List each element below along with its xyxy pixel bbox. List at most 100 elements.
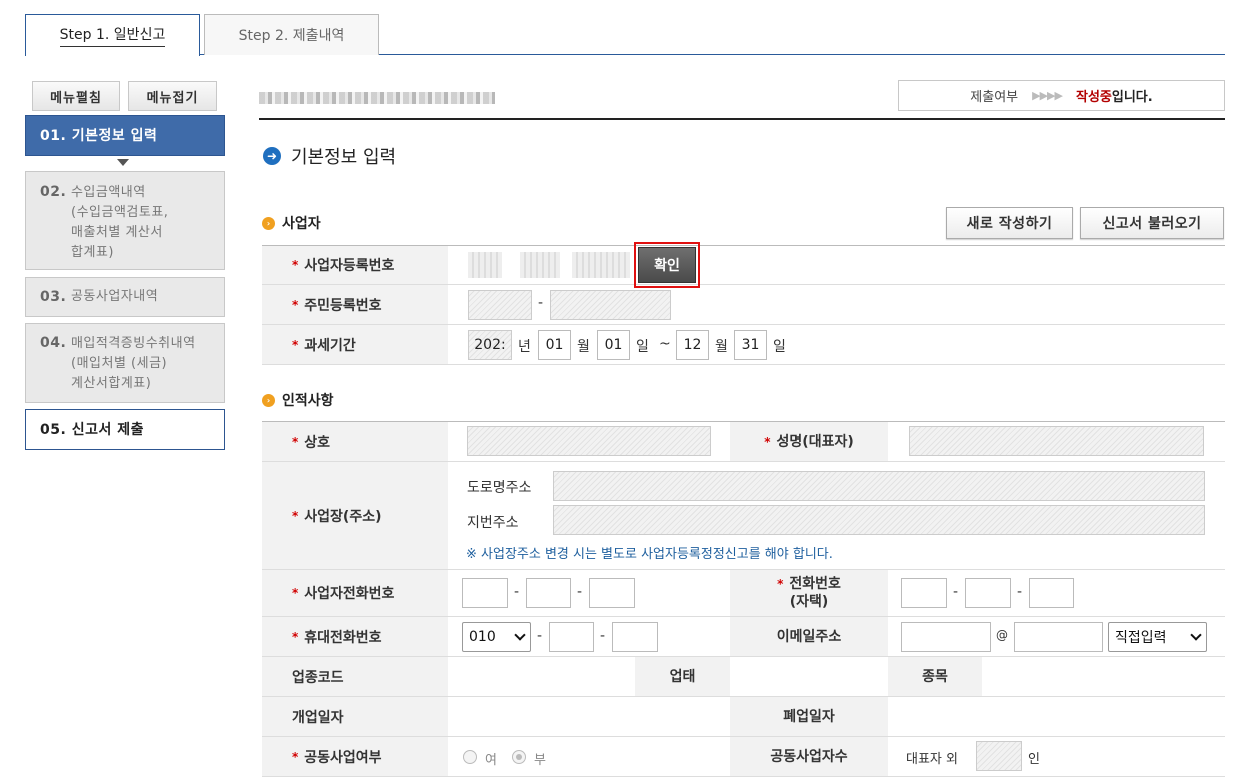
biz-phone-part-2[interactable] [526, 578, 571, 608]
home-phone-part-3[interactable] [1029, 578, 1074, 608]
sidebar-item-sub: (매입처별 (세금) [71, 356, 168, 371]
page-title: ➜ 기본정보 입력 [263, 143, 396, 169]
highlight-frame [634, 242, 700, 288]
menu-collapse-button[interactable]: 메뉴접기 [128, 81, 217, 111]
reg-no-label: * 사업자등록번호 [262, 246, 448, 284]
dash: - [537, 628, 543, 644]
trade-name-input[interactable] [467, 426, 711, 456]
resident-no-back-input[interactable] [550, 290, 671, 320]
sidebar-item-label: 공동사업자내역 [70, 289, 159, 304]
reg-no-part-2 [520, 252, 560, 278]
joint-label: * 공동사업여부 [262, 737, 448, 776]
open-date-label: 개업일자 [262, 697, 448, 736]
day-unit: 일 [636, 339, 649, 355]
rep-name-input[interactable] [909, 426, 1204, 456]
sidebar-item-num: 01. [40, 127, 67, 144]
sidebar-item-label: 매입적격증빙수취내역 [70, 336, 196, 351]
period-end-month-input[interactable]: 12 [676, 330, 709, 360]
biz-phone-label: * 사업자전화번호 [262, 570, 448, 616]
resident-no-row: * 주민등록번호 [262, 285, 1225, 325]
email-domain-input[interactable] [1014, 622, 1103, 652]
biz-phone-part-1[interactable] [462, 578, 508, 608]
mobile-prefix-select[interactable]: 010 [462, 622, 531, 652]
email-domain-select[interactable]: 직접입력 [1108, 622, 1207, 652]
bullet-icon: › [262, 393, 275, 407]
chevron-down-icon [514, 629, 526, 641]
step-tabs: Step 1. 일반신고 Step 2. 제출내역 [25, 14, 1225, 56]
month-unit: 월 [577, 339, 590, 355]
period-end-day-input[interactable]: 31 [734, 330, 767, 360]
year-unit: 년 [518, 339, 531, 355]
home-phone-label: * 전화번호 (자택) [730, 570, 888, 616]
menu-expand-button[interactable]: 메뉴펼침 [32, 81, 120, 111]
submission-status-label: 제출여부 [970, 90, 1019, 105]
sidebar-item-purchase-evidence[interactable]: 04. 매입적격증빙수취내역 (매입처별 (세금) 계산서합계표) [25, 323, 225, 403]
page-title-text: 기본정보 입력 [291, 147, 397, 168]
biz-phone-part-3[interactable] [589, 578, 635, 608]
rep-extra-label: 대표자 외 [906, 752, 958, 767]
joint-yes-radio[interactable] [463, 750, 477, 764]
email-label: 이메일주소 [730, 617, 888, 656]
email-id-input[interactable] [901, 622, 991, 652]
lot-address-input[interactable] [553, 505, 1205, 535]
dash: - [514, 584, 520, 600]
tab-step-1[interactable]: Step 1. 일반신고 [25, 14, 200, 56]
industry-row: 업종코드 업태 종목 [262, 657, 1225, 697]
item-label: 종목 [888, 657, 982, 696]
arrow-circle-icon: ➜ [263, 147, 281, 165]
bullet-icon: › [262, 216, 275, 230]
personal-section-title: › 인적사항 [262, 390, 334, 410]
sidebar-item-sub: 계산서합계표) [71, 376, 152, 391]
home-phone-part-2[interactable] [965, 578, 1011, 608]
sidebar-item-label: 기본정보 입력 [71, 127, 158, 144]
sidebar-item-label: 신고서 제출 [71, 421, 144, 438]
reg-no-row: * 사업자등록번호 [262, 245, 1225, 285]
period-year-input[interactable]: 202: [468, 330, 512, 360]
day-unit: 일 [773, 339, 786, 355]
mobile-part-3[interactable] [612, 622, 658, 652]
dates-row: 개업일자 폐업일자 [262, 697, 1225, 737]
rep-name-label: * 성명(대표자) [730, 422, 888, 461]
redacted-taxpayer-info [259, 92, 495, 104]
new-report-button[interactable]: 새로 작성하기 [946, 207, 1073, 239]
home-phone-part-1[interactable] [901, 578, 947, 608]
tab-step-2[interactable]: Step 2. 제출내역 [204, 14, 379, 55]
mobile-prefix-value: 010 [469, 629, 496, 645]
dash: - [600, 628, 606, 644]
period-start-month-input[interactable]: 01 [538, 330, 571, 360]
dash: - [538, 295, 544, 311]
sidebar-item-label: 수입금액내역 [70, 185, 146, 200]
road-address-input[interactable] [553, 471, 1205, 501]
joint-yes-label: 여 [485, 753, 497, 768]
resident-no-label: * 주민등록번호 [262, 285, 448, 324]
joint-count-label: 공동사업자수 [730, 737, 888, 776]
address-notice: ※ 사업장주소 변경 시는 별도로 사업자등록정정신고를 해야 합니다. [466, 547, 833, 562]
load-report-button[interactable]: 신고서 불러오기 [1080, 207, 1224, 239]
sidebar-item-revenue[interactable]: 02. 수입금액내역 (수입금액검토표, 매출처별 계산서 합계표) [25, 171, 225, 270]
tab-step-1-label: Step 1. 일반신고 [59, 24, 166, 47]
sidebar-item-basic-info[interactable]: 01. 기본정보 입력 [25, 115, 225, 156]
sidebar-item-joint-business[interactable]: 03. 공동사업자내역 [25, 277, 225, 317]
personal-section-title-text: 인적사항 [282, 393, 334, 409]
joint-no-radio[interactable] [512, 750, 526, 764]
email-at: @ [996, 628, 1008, 642]
address-label: * 사업장(주소) [262, 462, 448, 569]
email-domain-value: 직접입력 [1115, 630, 1167, 646]
sidebar-item-sub: (수입금액검토표, [71, 205, 169, 220]
sidebar-item-submit-report[interactable]: 05. 신고서 제출 [25, 409, 225, 450]
period-start-day-input[interactable]: 01 [597, 330, 630, 360]
arrows-icon: ▶▶▶▶ [1032, 89, 1063, 102]
joint-count-input[interactable] [976, 741, 1022, 771]
resident-no-front-input[interactable] [468, 290, 532, 320]
status-suffix: 입니다. [1111, 90, 1153, 105]
lot-address-label: 지번주소 [467, 515, 519, 531]
month-unit: 월 [715, 339, 728, 355]
sidebar-item-num: 02. [40, 184, 67, 200]
sidebar-item-num: 04. [40, 335, 67, 351]
mobile-part-2[interactable] [549, 622, 594, 652]
period-label: * 과세기간 [262, 325, 448, 364]
joint-row: * 공동사업여부 공동사업자수 [262, 737, 1225, 777]
status-value: 작성중 [1075, 90, 1112, 105]
business-type-label: 업태 [635, 657, 730, 696]
person-unit: 인 [1028, 752, 1040, 767]
